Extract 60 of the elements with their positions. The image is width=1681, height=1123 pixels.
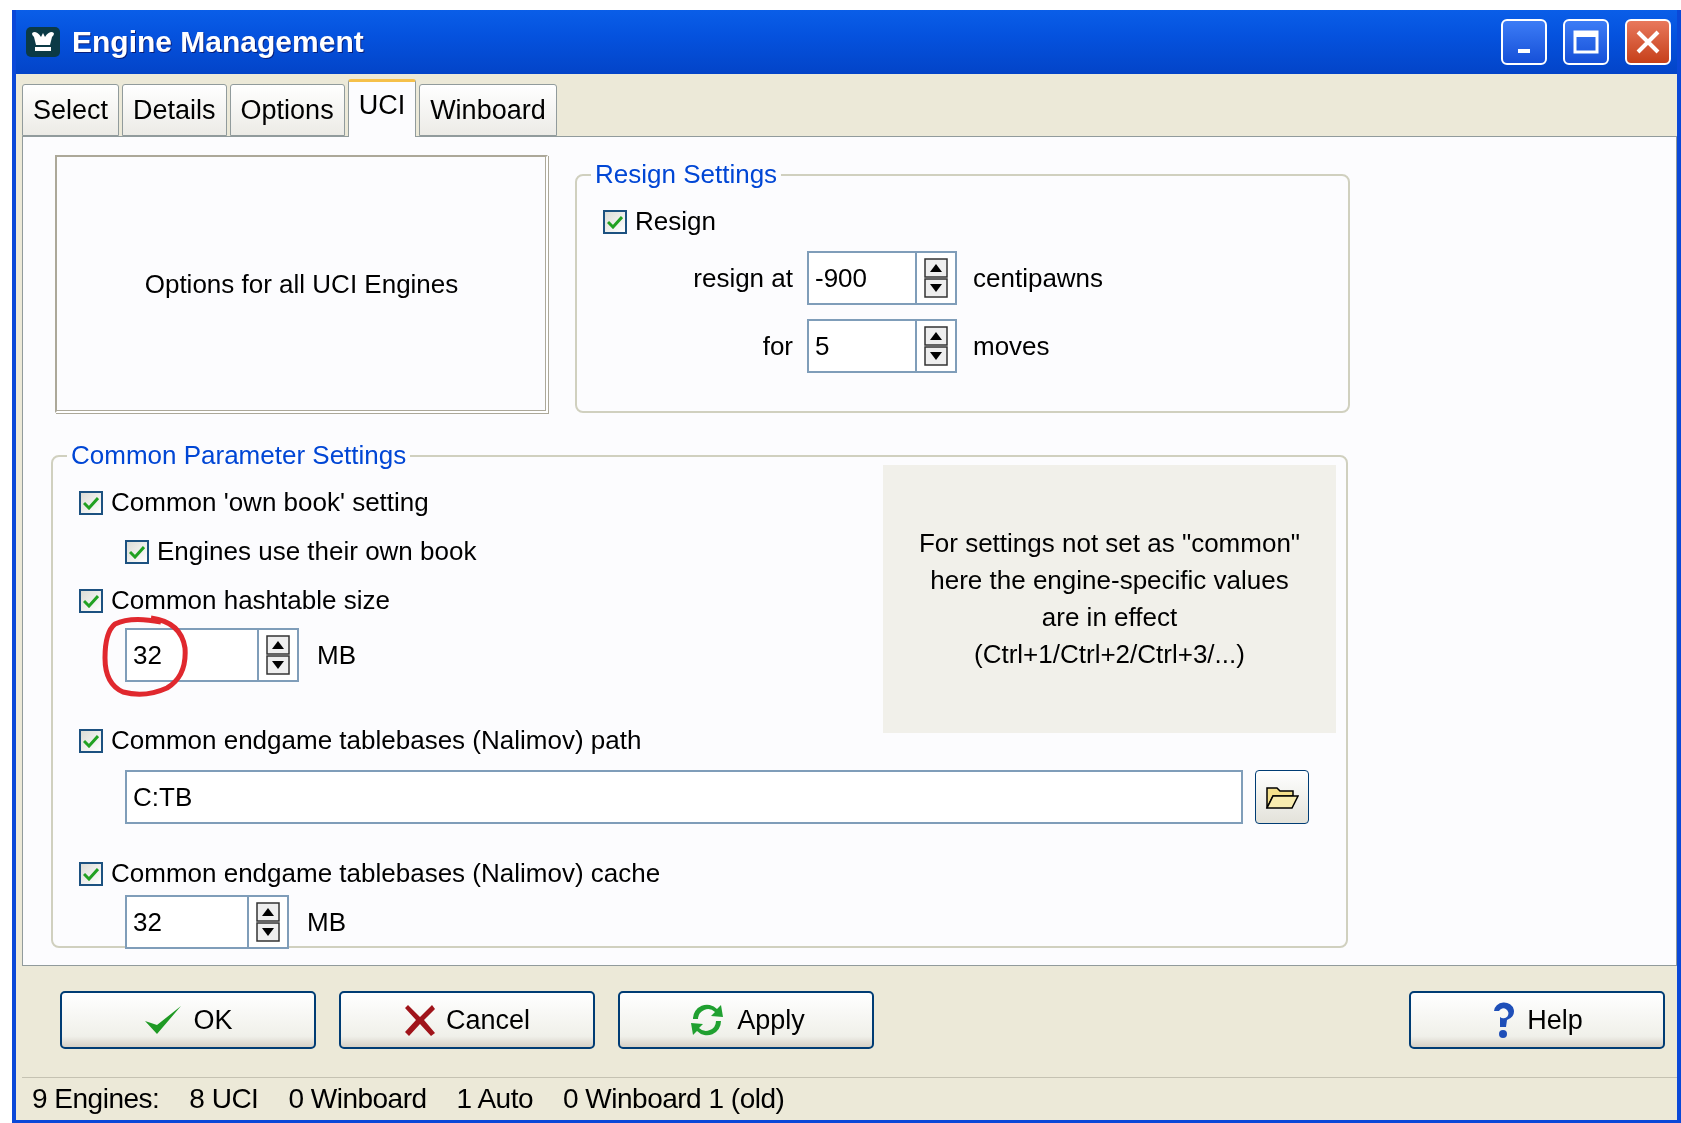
tab[interactable]: Select: [22, 84, 120, 136]
status-text: 1 Auto: [456, 1083, 533, 1115]
checkbox[interactable]: [125, 539, 149, 564]
unit-label: moves: [973, 330, 1050, 362]
spinner-control[interactable]: [249, 895, 289, 949]
folder-button[interactable]: [1255, 770, 1309, 824]
field-label: resign at: [692, 262, 793, 294]
chess-king-icon: [26, 27, 60, 57]
number-field[interactable]: 5: [807, 319, 917, 373]
checkmark-icon: [83, 733, 99, 748]
help-button[interactable]: Help: [1409, 991, 1665, 1049]
unit-label: MB: [307, 906, 346, 938]
number-field[interactable]: 32: [125, 895, 249, 949]
checkmark-icon: [129, 544, 145, 559]
ok-button[interactable]: OK: [60, 991, 316, 1049]
unit-label: centipawns: [973, 262, 1104, 294]
close-button[interactable]: [1625, 19, 1671, 65]
maximize-button[interactable]: [1563, 19, 1609, 65]
number-field[interactable]: 32: [125, 628, 259, 682]
status-text: 0 Winboard 1 (old): [563, 1083, 785, 1115]
tab[interactable]: Options: [229, 84, 345, 136]
cross-icon: [403, 1003, 436, 1037]
tab[interactable]: Winboard: [419, 84, 557, 136]
status-text: 0 Winboard: [288, 1083, 427, 1115]
checkbox[interactable]: [79, 861, 103, 886]
status-text: 9 Engines:: [32, 1083, 160, 1115]
maximize-icon: [1573, 30, 1599, 54]
checkbox[interactable]: [603, 209, 627, 234]
info-box: Options for all UCI Engines: [55, 155, 548, 413]
checkbox[interactable]: [79, 728, 103, 753]
status-text: 8 UCI: [189, 1083, 259, 1115]
tab[interactable]: Details: [122, 84, 227, 136]
checkmark-icon: [83, 495, 99, 510]
spinner-control[interactable]: [917, 251, 957, 305]
number-field[interactable]: -900: [807, 251, 917, 305]
spinner-control[interactable]: [917, 319, 957, 373]
minimize-icon: [1518, 49, 1530, 53]
checkmark-icon: [83, 593, 99, 608]
checkbox-label: Common endgame tablebases (Nalimov) path: [111, 725, 642, 756]
minimize-button[interactable]: [1501, 19, 1547, 65]
folder-icon: [1265, 784, 1299, 810]
checkbox[interactable]: [79, 588, 103, 613]
tab[interactable]: UCI: [347, 79, 417, 137]
checkbox-label: Engines use their own book: [157, 536, 477, 567]
checkbox[interactable]: [79, 490, 103, 515]
path-field[interactable]: C:TB: [125, 770, 1243, 824]
checkmark-icon: [607, 214, 623, 229]
checkbox-label: Common endgame tablebases (Nalimov) cache: [111, 858, 661, 889]
note-text: For settings not set as "common" here the engine-specific values are in effect (Ctrl+1/Ctrl+2/Ctrl+3/...): [883, 465, 1336, 733]
window-title: Engine Management: [72, 25, 365, 59]
cancel-button[interactable]: Cancel: [339, 991, 595, 1049]
checkmark-icon: [83, 866, 99, 881]
checkbox-label: Common 'own book' setting: [111, 487, 429, 518]
apply-button[interactable]: Apply: [618, 991, 874, 1049]
checkbox-label: Common hashtable size: [111, 585, 390, 616]
close-icon: [1635, 29, 1661, 55]
field-label: for: [761, 330, 793, 362]
checkbox-label: Resign: [635, 206, 716, 237]
unit-label: MB: [317, 639, 356, 671]
spinner-control[interactable]: [259, 628, 299, 682]
